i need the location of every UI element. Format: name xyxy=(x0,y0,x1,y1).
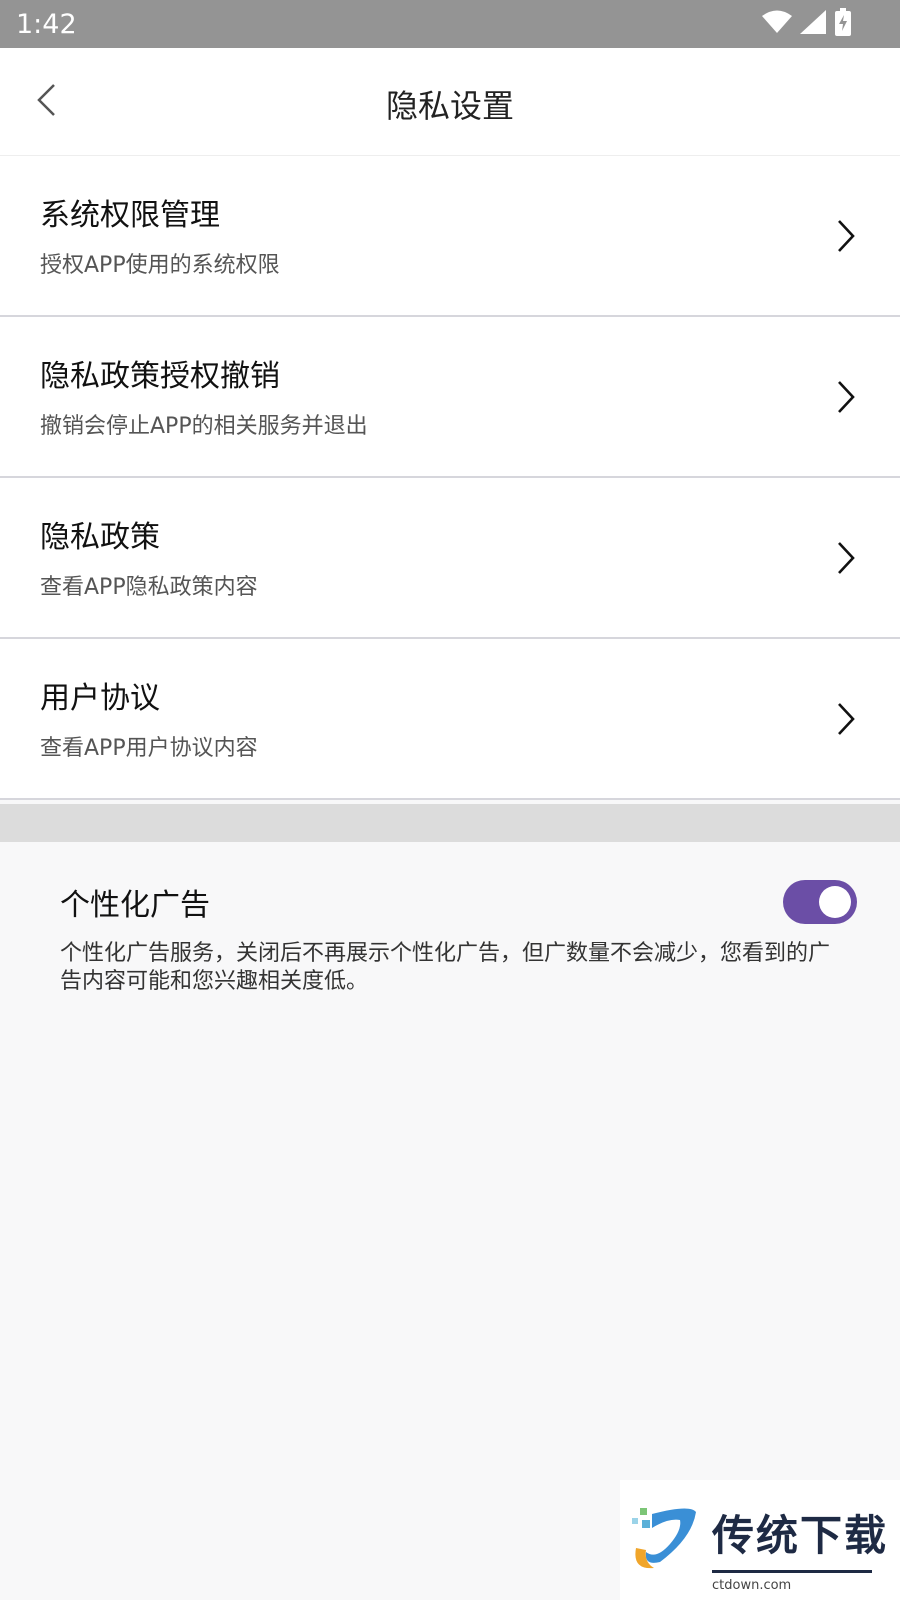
status-bar: 1:42 xyxy=(0,0,900,48)
chevron-right-icon xyxy=(838,703,855,735)
signal-icon xyxy=(800,10,826,38)
menu-list: 系统权限管理 授权APP使用的系统权限 隐私政策授权撤销 撤销会停止APP的相关… xyxy=(0,156,900,800)
menu-item-subtitle: 查看APP隐私政策内容 xyxy=(40,575,258,600)
personalized-ads-section: 个性化广告 个性化广告服务，关闭后不再展示个性化广告，但广数量不会减少，您看到的… xyxy=(0,842,900,1022)
status-time: 1:42 xyxy=(16,9,77,40)
menu-item-revoke-privacy[interactable]: 隐私政策授权撤销 撤销会停止APP的相关服务并退出 xyxy=(0,317,900,478)
page-title: 隐私设置 xyxy=(385,87,514,125)
menu-item-system-permissions[interactable]: 系统权限管理 授权APP使用的系统权限 xyxy=(0,156,900,317)
section-divider xyxy=(0,804,900,842)
watermark-url: ctdown.com xyxy=(712,1578,792,1593)
watermark-text: 传统下载 xyxy=(712,1511,889,1560)
ads-title: 个性化广告 xyxy=(60,888,210,923)
chevron-right-icon xyxy=(838,220,855,252)
menu-item-user-agreement[interactable]: 用户协议 查看APP用户协议内容 xyxy=(0,639,900,800)
menu-item-subtitle: 撤销会停止APP的相关服务并退出 xyxy=(40,414,368,439)
chevron-right-icon xyxy=(838,542,855,574)
toggle-knob xyxy=(819,886,851,918)
chevron-right-icon xyxy=(838,381,855,413)
menu-item-privacy-policy[interactable]: 隐私政策 查看APP隐私政策内容 xyxy=(0,478,900,639)
ads-toggle[interactable] xyxy=(783,880,857,924)
header: 隐私设置 xyxy=(0,48,900,156)
menu-item-title: 系统权限管理 xyxy=(40,198,220,233)
menu-item-title: 用户协议 xyxy=(40,681,160,716)
watermark-logo-icon xyxy=(632,1508,696,1569)
menu-item-subtitle: 授权APP使用的系统权限 xyxy=(40,253,280,278)
wifi-icon xyxy=(762,10,792,38)
menu-item-title: 隐私政策 xyxy=(40,520,160,555)
status-icons xyxy=(762,8,852,40)
menu-item-subtitle: 查看APP用户协议内容 xyxy=(40,736,258,761)
menu-item-title: 隐私政策授权撤销 xyxy=(40,359,280,394)
battery-charging-icon xyxy=(834,8,852,40)
watermark-line xyxy=(712,1570,872,1573)
ads-description: 个性化广告服务，关闭后不再展示个性化广告，但广数量不会减少，您看到的广告内容可能… xyxy=(60,941,831,994)
watermark: 传统下载 ctdown.com xyxy=(620,1480,900,1600)
